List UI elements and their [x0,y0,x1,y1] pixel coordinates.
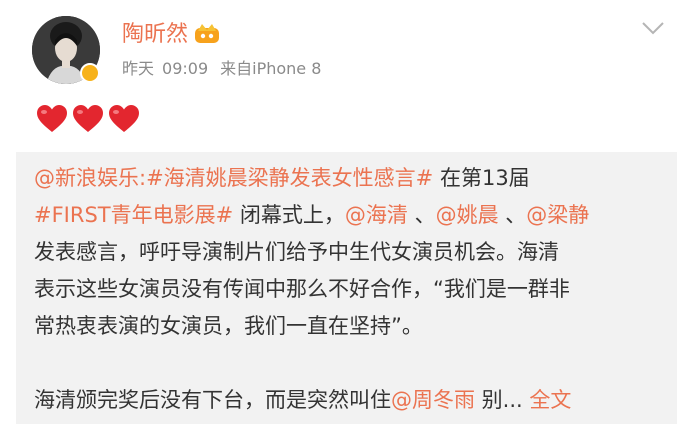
repost-line: 海清颁完奖后没有下台，而是突然叫住@周冬雨 别... 全文 [34,382,664,419]
username[interactable]: 陶昕然 [122,22,188,47]
repost-line: @新浪娱乐:#海清姚晨梁静发表女性感言# 在第13届 [34,160,664,197]
vip-crown-icon[interactable] [194,22,220,44]
heart-icon [109,105,139,132]
repost-card[interactable]: @新浪娱乐:#海清姚晨梁静发表女性感言# 在第13届 #FIRST青年电影展# … [16,152,677,424]
post-day: 昨天 [122,59,155,78]
mention-yaochen[interactable]: @姚晨 [436,203,499,227]
repost-line: 表示这些女演员没有传闻中那么不好合作，“我们是一群非 [34,277,570,301]
heart-icon [73,105,103,132]
verified-badge-icon [80,63,100,83]
separator: 、 [407,203,436,227]
repost-line: #FIRST青年电影展# 闭幕式上，@海清 、@姚晨 、@梁静 [34,197,664,234]
read-more-link[interactable]: 全文 [523,388,571,412]
source-prefix: 来自 [220,59,253,78]
repost-text: @新浪娱乐:#海清姚晨梁静发表女性感言# 在第13届 #FIRST青年电影展# … [34,160,664,419]
mention-zhoudongyu[interactable]: @周冬雨 [391,388,475,412]
chevron-down-icon[interactable] [641,20,665,36]
repost-text-segment: 海清颁完奖后没有下台，而是突然叫住 [34,388,391,412]
weibo-post: 陶昕然 昨天 09:09 来自iPhone 8 @新浪娱乐:#海清姚晨梁静发表女性感… [0,0,693,424]
repost-line: 发表感言，呼吁导演制片们给予中生代女演员机会。海清 [34,240,559,264]
mention-liangjing[interactable]: @梁静 [526,203,589,227]
repost-text-segment: 别... [475,388,523,412]
post-source[interactable]: iPhone 8 [252,59,321,78]
hashtag-women-speech[interactable]: #海清姚晨梁静发表女性感言# [146,166,433,190]
repost-line: 常热衷表演的女演员，我们一直在坚持”。 [34,314,423,338]
post-meta: 昨天 09:09 来自iPhone 8 [122,58,321,80]
mention-sina-ent[interactable]: @新浪娱乐 [34,166,139,190]
post-time: 09:09 [162,59,209,78]
hashtag-first-festival[interactable]: #FIRST青年电影展# [34,203,233,227]
mention-haiqing[interactable]: @海清 [345,203,408,227]
repost-text-segment: 闭幕式上， [233,203,345,227]
separator: 、 [498,203,527,227]
username-row: 陶昕然 [122,20,220,50]
heart-icon [37,105,67,132]
repost-text-segment: 在第13届 [433,166,530,190]
emoji-hearts [36,104,140,138]
